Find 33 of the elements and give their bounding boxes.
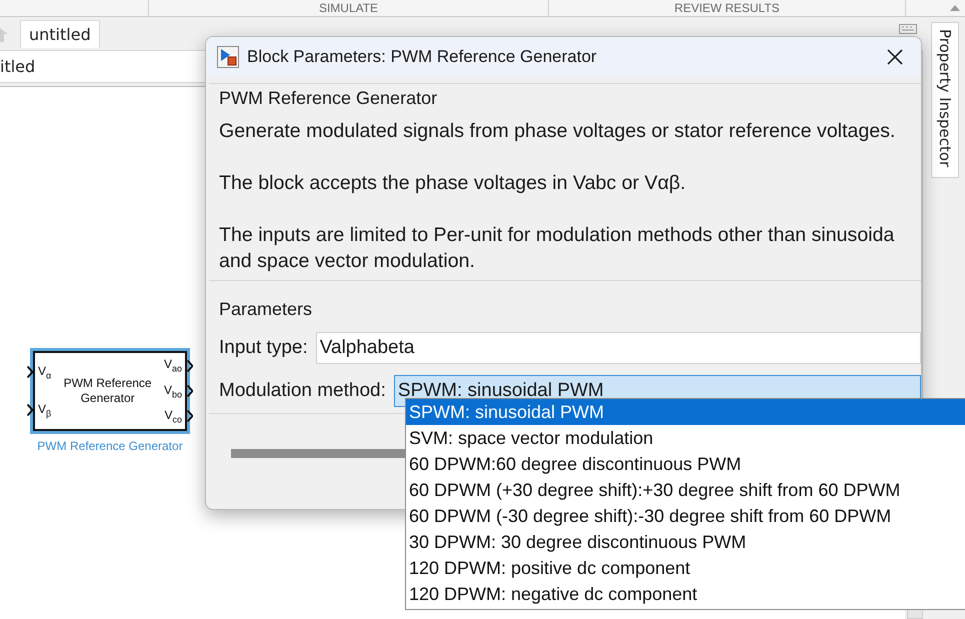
port-label: V$_{bo}$ — [164, 382, 182, 400]
description-text: Generate modulated signals from phase voltages or stator reference voltages. — [219, 119, 896, 144]
dropdown-option[interactable]: 60 DPWM (-30 degree shift):-30 degree shift from 60 DPWM — [406, 503, 965, 529]
scroll-up-icon[interactable] — [949, 4, 961, 12]
port-label: V$_{β}$ — [38, 402, 52, 418]
group-title: PWM Reference Generator — [219, 87, 438, 110]
port-label: V$_{ao}$ — [164, 357, 182, 374]
dropdown-option[interactable]: 30 DPWM: 30 degree discontinuous PWM — [406, 529, 965, 555]
input-field[interactable]: Valphabeta — [316, 332, 921, 364]
description-text: The block accepts the phase voltages in Vabc or Vαβ. — [219, 171, 687, 196]
pwm-block[interactable]: V$_{α}$ V$_{β}$ PWM Reference Generator V$_{ao}$ V$_{bo}$ V$_{co}$ — [33, 351, 187, 431]
group-title: Parameters — [219, 298, 314, 321]
section-label: SIMULATE — [149, 0, 549, 16]
property-inspector-tab[interactable]: Property Inspector — [931, 22, 959, 178]
dialog-title: Block Parameters: PWM Reference Generator — [247, 47, 598, 67]
dropdown-option[interactable]: SPWM: sinusoidal PWM — [406, 399, 965, 425]
dropdown-option[interactable]: 60 DPWM (+30 degree shift):+30 degree shift from 60 DPWM — [406, 477, 965, 503]
dropdown-option[interactable]: 60 DPWM:60 degree discontinuous PWM — [406, 451, 965, 477]
keyboard-icon[interactable] — [899, 24, 917, 34]
block-title: PWM Reference Generator — [62, 376, 153, 406]
close-icon[interactable] — [887, 49, 903, 65]
dropdown-option[interactable]: SVM: space vector modulation — [406, 425, 965, 451]
dropdown-option[interactable]: 120 DPWM: positive dc component — [406, 555, 965, 581]
field-label: Modulation method: — [219, 380, 386, 402]
section-label: REVIEW RESULTS — [549, 0, 906, 16]
block-name[interactable]: PWM Reference Generator — [37, 439, 183, 453]
dropdown-option[interactable]: 120 DPWM: negative dc component — [406, 581, 965, 607]
field-label: Input type: — [219, 337, 308, 359]
description-text: The inputs are limited to Per-unit for modulation methods other than sinusoida and space vector modulation. — [219, 223, 896, 274]
model-tab[interactable]: untitled — [20, 20, 100, 48]
port-label: V$_{α}$ — [38, 364, 52, 380]
port-label: V$_{co}$ — [164, 408, 182, 425]
block-icon — [217, 46, 239, 68]
